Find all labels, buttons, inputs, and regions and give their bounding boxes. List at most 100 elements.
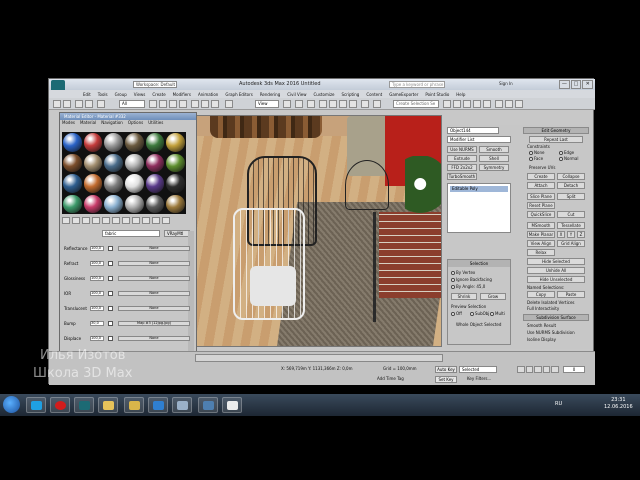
menu-item[interactable]: GameExporter [389, 92, 418, 97]
map-slot-button[interactable]: Map #3 (12jpg.jpg) [118, 321, 190, 326]
go-to-end-icon[interactable] [551, 366, 559, 373]
rollout-title[interactable]: Selection [448, 260, 510, 267]
material-sample-sphere[interactable] [63, 133, 82, 152]
map-amount-field[interactable]: 100,0 [90, 306, 104, 311]
bind-space-warp-icon[interactable] [97, 100, 105, 108]
show-map-icon[interactable] [132, 217, 140, 224]
rollout-title[interactable]: Subdivision Surface [523, 314, 589, 321]
sign-in-link[interactable]: Sign In [499, 81, 513, 86]
key-filters-button[interactable]: Key Filters... [467, 376, 491, 381]
menu-item[interactable]: Edit [83, 92, 91, 97]
perspective-viewport[interactable] [194, 115, 442, 347]
view-align-button[interactable]: View Align [527, 240, 555, 247]
material-sample-sphere[interactable] [104, 133, 123, 152]
search-input[interactable]: Type a keyword or phrase [389, 81, 445, 88]
skype-icon[interactable] [26, 397, 46, 413]
select-move-icon[interactable] [191, 100, 199, 108]
language-indicator[interactable]: RU [555, 401, 562, 407]
material-sample-sphere[interactable] [124, 174, 144, 193]
reset-plane-button[interactable]: Reset Plane [527, 202, 555, 209]
material-sample-sphere[interactable] [124, 133, 144, 152]
modifier-button[interactable]: FFD 2x2x2 [447, 164, 477, 171]
map-enable-checkbox[interactable] [108, 291, 113, 296]
selection-option[interactable]: By Vertex [451, 270, 475, 275]
graphite-toolbar-icon[interactable] [453, 100, 461, 108]
menu-item[interactable]: Material [80, 120, 96, 126]
menu-item[interactable]: Utilities [148, 120, 163, 126]
relax-button[interactable]: Relax [527, 249, 555, 256]
percent-snap-icon[interactable] [339, 100, 347, 108]
unlink-icon[interactable] [85, 100, 93, 108]
preserve-uvs-checkbox[interactable]: Preserve UVs [529, 165, 555, 170]
detach-button[interactable]: Detach [557, 182, 585, 189]
hide-unselected-button[interactable]: Hide Unselected [527, 276, 585, 283]
shrink-button[interactable]: Shrink [451, 293, 477, 300]
material-sample-sphere[interactable] [145, 194, 165, 213]
modifier-button[interactable]: Use NURMS [447, 146, 477, 153]
use-nurms-checkbox[interactable]: Use NURMS Subdivision [527, 330, 575, 335]
select-manipulate-icon[interactable] [295, 100, 303, 108]
constraint-option[interactable]: Normal [559, 156, 578, 161]
opera-icon[interactable] [50, 397, 70, 413]
explorer-icon[interactable] [124, 397, 144, 413]
spinner-snap-icon[interactable] [349, 100, 357, 108]
go-to-start-icon[interactable] [517, 366, 525, 373]
reset-map-icon[interactable] [92, 217, 100, 224]
map-amount-field[interactable]: 100,0 [90, 261, 104, 266]
material-sample-sphere[interactable] [83, 153, 103, 172]
map-amount-field[interactable]: 100,0 [90, 291, 104, 296]
curve-editor-icon[interactable] [463, 100, 471, 108]
constraint-option[interactable]: None [529, 150, 544, 155]
menu-item[interactable]: Scripting [342, 92, 360, 97]
menu-item[interactable]: Create [152, 92, 165, 97]
modifier-list-dropdown[interactable]: Modifier List [447, 136, 511, 143]
quickslice-button[interactable]: QuickSlice [527, 211, 555, 218]
menu-item[interactable]: Point Studio [425, 92, 449, 97]
map-amount-field[interactable]: 30,0 [90, 321, 104, 326]
tessellate-button[interactable]: Tessellate [557, 222, 585, 229]
map-enable-checkbox[interactable] [108, 276, 113, 281]
placement-icon[interactable] [225, 100, 233, 108]
rectangular-selection-icon[interactable] [169, 100, 177, 108]
hide-selected-button[interactable]: Hide Selected [527, 258, 585, 265]
show-end-result-icon[interactable] [142, 217, 150, 224]
redo-icon[interactable] [63, 100, 71, 108]
pivot-center-icon[interactable] [283, 100, 291, 108]
make-planar-button[interactable]: Make Planar [527, 231, 555, 238]
material-sample-sphere[interactable] [145, 174, 165, 193]
rollout-title[interactable]: Edit Geometry [523, 127, 589, 134]
map-slot-button[interactable]: None [118, 276, 190, 281]
constraint-option[interactable]: Face [529, 156, 543, 161]
material-sample-sphere[interactable] [83, 174, 103, 193]
selection-option[interactable]: Ignore Backfacing [451, 277, 492, 282]
menu-item[interactable]: Rendering [260, 92, 280, 97]
material-sample-sphere[interactable] [104, 194, 123, 213]
modifier-button[interactable]: Symmetry [479, 164, 509, 171]
preview-option[interactable]: Off [451, 311, 462, 316]
select-object-icon[interactable] [149, 100, 157, 108]
selection-option[interactable]: By Angle: 45,0 [451, 284, 485, 289]
rendered-frame-window-icon[interactable] [505, 100, 513, 108]
snaps-toggle-icon[interactable] [319, 100, 327, 108]
render-production-icon[interactable] [515, 100, 523, 108]
modifier-button[interactable]: Extrude [447, 155, 477, 162]
material-sample-sphere[interactable] [145, 133, 165, 152]
next-frame-icon[interactable] [542, 366, 551, 373]
select-rotate-icon[interactable] [201, 100, 209, 108]
render-setup-icon[interactable] [495, 100, 503, 108]
material-sample-sphere[interactable] [124, 194, 144, 213]
map-slot-button[interactable]: None [118, 306, 190, 311]
map-amount-field[interactable]: 100,0 [90, 336, 104, 341]
material-sample-sphere[interactable] [166, 133, 185, 152]
menu-item[interactable]: Content [366, 92, 382, 97]
menu-item[interactable]: Graph Editors [225, 92, 252, 97]
clock[interactable]: 23:31 12.06.2016 [604, 397, 633, 411]
link-icon[interactable] [75, 100, 83, 108]
split-checkbox[interactable]: Split [557, 193, 585, 200]
edit-named-selection-icon[interactable] [361, 100, 369, 108]
modifier-button[interactable]: Shell [479, 155, 509, 162]
grid-align-button[interactable]: Grid Align [557, 240, 585, 247]
menu-item[interactable]: Help [456, 92, 465, 97]
auto-key-button[interactable]: Auto Key [435, 366, 457, 373]
monitor-icon[interactable] [198, 397, 218, 413]
